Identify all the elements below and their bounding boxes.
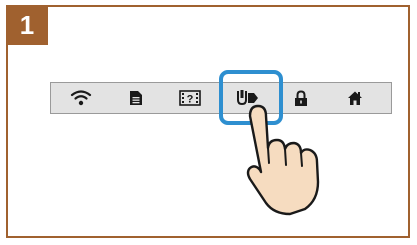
wifi-button[interactable] bbox=[59, 83, 103, 113]
step-number-badge: 1 bbox=[6, 5, 48, 45]
instruction-panel bbox=[6, 5, 410, 238]
help-button[interactable]: ? bbox=[168, 83, 212, 113]
home-button[interactable] bbox=[333, 83, 377, 113]
wifi-icon bbox=[70, 90, 92, 106]
home-icon bbox=[348, 91, 362, 105]
help-icon: ? bbox=[179, 90, 201, 106]
document-icon bbox=[130, 91, 142, 105]
document-button[interactable] bbox=[114, 83, 158, 113]
step-number: 1 bbox=[19, 9, 35, 40]
pointing-hand-icon bbox=[246, 104, 320, 216]
svg-text:?: ? bbox=[187, 94, 194, 106]
